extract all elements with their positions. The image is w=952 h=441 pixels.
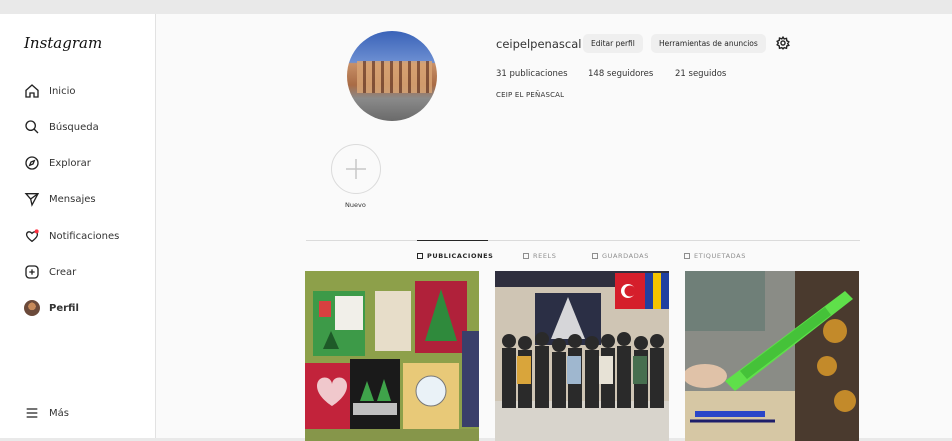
home-icon — [25, 84, 39, 98]
profile-picture[interactable] — [347, 31, 437, 121]
profile-bio: CEIP EL PEÑASCAL — [496, 91, 565, 99]
active-tab-indicator — [417, 240, 488, 241]
post-thumbnail[interactable] — [685, 271, 859, 441]
tabs-divider — [306, 240, 860, 241]
nav-label: Más — [49, 407, 69, 419]
profile-username: ceipelpenascal — [496, 37, 582, 51]
nav-label: Mensajes — [49, 193, 96, 205]
nav-inicio[interactable]: Inicio — [24, 80, 75, 102]
instagram-window: Instagram Inicio Búsqueda Explorar Mensa… — [0, 14, 952, 441]
nav-label: Crear — [49, 266, 77, 278]
avatar — [24, 300, 40, 316]
nav-label: Explorar — [49, 157, 91, 169]
compass-icon — [25, 156, 39, 170]
reels-icon — [523, 253, 529, 259]
sidebar: Instagram Inicio Búsqueda Explorar Mensa… — [0, 14, 156, 438]
ad-tools-button[interactable]: Herramientas de anuncios — [651, 34, 766, 53]
post-thumbnail[interactable] — [305, 271, 479, 441]
tab-reels[interactable]: REELS — [523, 252, 556, 260]
new-highlight-button[interactable] — [331, 144, 381, 194]
plus-square-icon — [25, 265, 39, 279]
tab-label: REELS — [533, 252, 557, 260]
instagram-logo[interactable]: Instagram — [24, 34, 102, 52]
profile-main: ceipelpenascal Editar perfil Herramienta… — [156, 14, 952, 441]
nav-mensajes[interactable]: Mensajes — [24, 188, 96, 210]
heart-icon — [25, 229, 39, 243]
send-icon — [24, 193, 40, 207]
nav-label: Búsqueda — [49, 121, 99, 133]
following-count[interactable]: 21 seguidos — [675, 69, 726, 79]
nav-mas[interactable]: Más — [24, 402, 69, 424]
edit-profile-button[interactable]: Editar perfil — [583, 34, 643, 53]
tab-etiquetadas[interactable]: ETIQUETADAS — [684, 252, 746, 260]
posts-count: 31 publicaciones — [496, 69, 568, 79]
tab-label: GUARDADAS — [602, 252, 649, 260]
tab-publicaciones[interactable]: PUBLICACIONES — [417, 252, 493, 260]
nav-label: Perfil — [49, 302, 79, 314]
plus-icon — [346, 159, 366, 179]
tab-label: PUBLICACIONES — [427, 252, 494, 260]
grid-icon — [417, 253, 423, 259]
nav-label: Notificaciones — [49, 230, 120, 242]
nav-notificaciones[interactable]: Notificaciones — [24, 225, 119, 247]
followers-count[interactable]: 148 seguidores — [588, 69, 653, 79]
tab-label: ETIQUETADAS — [694, 252, 746, 260]
paper-craft-image — [685, 271, 859, 441]
settings-icon[interactable] — [776, 36, 790, 50]
group-photo-image — [495, 271, 669, 441]
new-highlight-label: Nuevo — [345, 201, 366, 209]
tab-guardadas[interactable]: GUARDADAS — [592, 252, 649, 260]
christmas-cards-image — [305, 271, 479, 441]
menu-icon — [26, 408, 38, 418]
post-thumbnail[interactable] — [495, 271, 669, 441]
nav-crear[interactable]: Crear — [24, 261, 76, 283]
nav-perfil[interactable]: Perfil — [24, 297, 79, 319]
search-icon — [25, 120, 39, 134]
nav-busqueda[interactable]: Búsqueda — [24, 116, 99, 138]
bookmark-icon — [592, 253, 598, 259]
nav-explorar[interactable]: Explorar — [24, 152, 91, 174]
tagged-icon — [684, 253, 690, 259]
nav-label: Inicio — [49, 85, 76, 97]
